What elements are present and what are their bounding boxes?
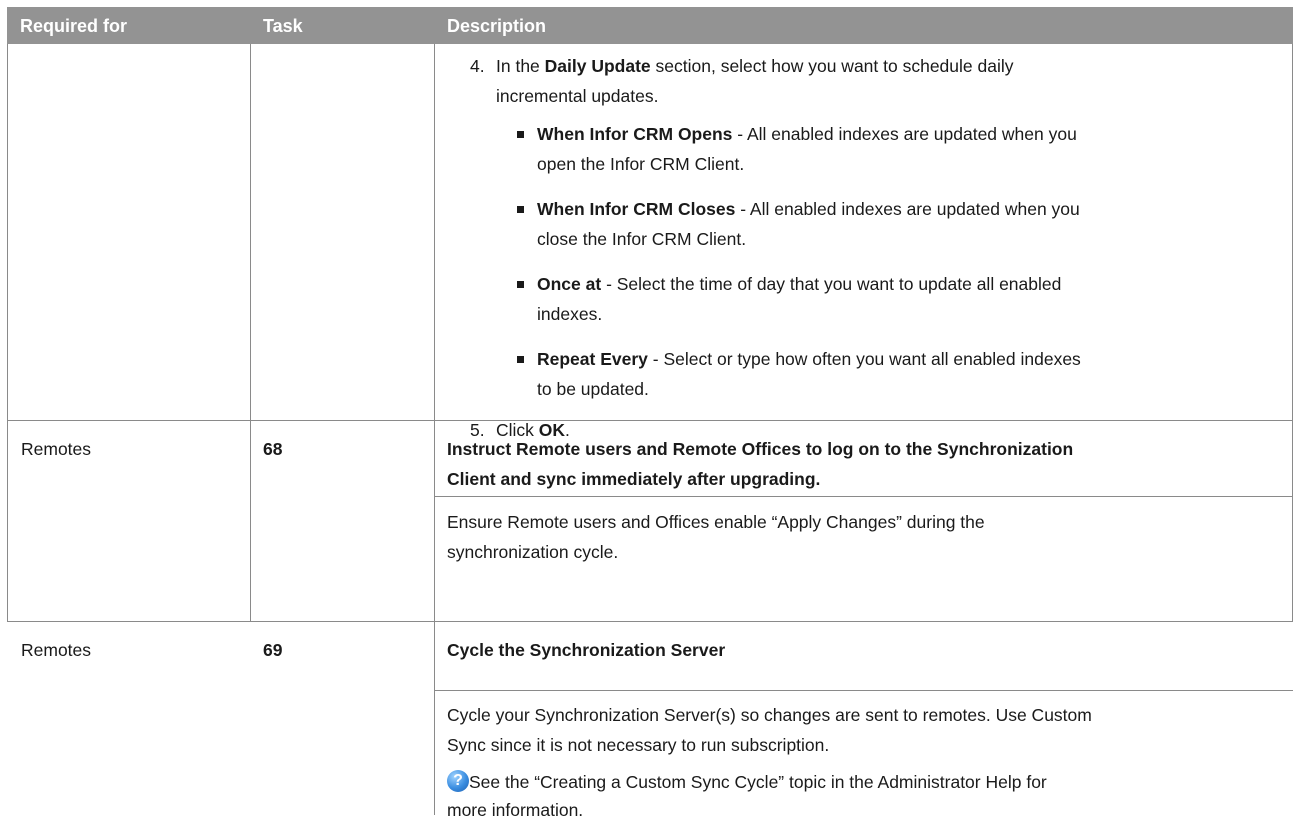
bullet-square-icon [517, 356, 524, 363]
step-text-line2: incremental updates. [496, 86, 659, 106]
task-description: Cycle your Synchronization Server(s) so … [447, 705, 1092, 725]
help-note: See the “Creating a Custom Sync Cycle” t… [469, 772, 1047, 792]
task-title: Cycle the Synchronization Server [447, 640, 726, 660]
row-inner-divider-2 [434, 690, 1293, 691]
bullet-text-line2: to be updated. [537, 379, 649, 399]
bullet-square-icon [517, 206, 524, 213]
bullet-text: When Infor CRM Opens - All enabled index… [537, 124, 1077, 144]
task-number-cell: 69 [263, 640, 283, 660]
row-inner-divider-1 [434, 496, 1293, 497]
help-circle-icon: ? [447, 770, 469, 792]
task-number-cell: 68 [263, 439, 283, 459]
required-for-cell: Remotes [21, 640, 92, 660]
column-divider-2 [434, 44, 435, 815]
help-note-line2: more information. [447, 800, 584, 820]
header-required-for: Required for [20, 16, 128, 36]
bullet-text: When Infor CRM Closes - All enabled inde… [537, 199, 1080, 219]
bullet-text-line2: indexes. [537, 304, 603, 324]
header-description: Description [447, 16, 547, 36]
table-right-border [1292, 44, 1293, 622]
table-left-border [7, 44, 8, 622]
task-title-line2: Client and sync immediately after upgrad… [447, 469, 821, 489]
task-description-line2: Sync since it is not necessary to run su… [447, 735, 830, 755]
step-text: In the Daily Update section, select how … [496, 56, 1014, 76]
task-title: Instruct Remote users and Remote Offices… [447, 439, 1074, 459]
row-divider-2 [7, 621, 1293, 622]
bullet-text-line2: close the Infor CRM Client. [537, 229, 747, 249]
task-description-line2: synchronization cycle. [447, 542, 619, 562]
row-divider-1 [7, 420, 1293, 421]
bullet-text: Once at - Select the time of day that yo… [537, 274, 1062, 294]
bullet-text: Repeat Every - Select or type how often … [537, 349, 1081, 369]
bullet-square-icon [517, 131, 524, 138]
bullet-text-line2: open the Infor CRM Client. [537, 154, 745, 174]
required-for-cell: Remotes [21, 439, 92, 459]
step-number: 4. [470, 56, 485, 76]
task-description: Ensure Remote users and Offices enable “… [447, 512, 985, 532]
bullet-square-icon [517, 281, 524, 288]
column-divider-1 [250, 44, 251, 622]
table-header: Required for Task Description [7, 7, 1293, 44]
header-task: Task [263, 16, 303, 36]
